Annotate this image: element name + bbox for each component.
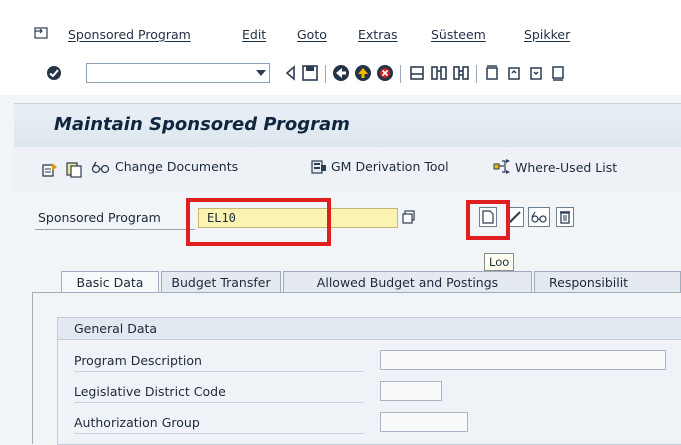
- tab-panel-basic-data: General Data Program Description Legisla…: [32, 292, 681, 445]
- find-icon[interactable]: [430, 64, 448, 82]
- collapse-left-icon[interactable]: [282, 64, 300, 82]
- where-used-icon: [493, 159, 510, 174]
- gm-derivation-tool-button[interactable]: GM Derivation Tool: [311, 159, 449, 174]
- legislative-district-code-input[interactable]: [380, 381, 442, 401]
- last-page-icon[interactable]: [550, 64, 568, 82]
- sponsored-program-label-row: Sponsored Program: [35, 208, 195, 230]
- menu-sponsored-program[interactable]: Sponsored Program: [68, 27, 191, 42]
- program-description-label: Program Description: [74, 350, 364, 372]
- create-tooltip: Loo: [484, 253, 515, 271]
- menu-bar: Sponsored Program Edit Goto Extras Süste…: [0, 0, 681, 55]
- toolbar-separator: [476, 65, 477, 83]
- other-object-icon[interactable]: [66, 162, 82, 178]
- title-area: Maintain Sponsored Program: [14, 103, 681, 148]
- menu-help[interactable]: Spikker: [524, 27, 570, 42]
- menu-goto[interactable]: Goto: [297, 27, 327, 42]
- where-used-list-label: Where-Used List: [515, 159, 618, 175]
- command-field[interactable]: [86, 63, 270, 83]
- program-description-input[interactable]: [380, 350, 666, 370]
- page-title: Maintain Sponsored Program: [54, 114, 350, 135]
- cancel-icon[interactable]: [376, 64, 394, 82]
- legislative-district-code-label: Legislative District Code: [74, 381, 364, 403]
- first-page-icon[interactable]: [484, 64, 502, 82]
- menu-system[interactable]: Süsteem: [431, 27, 486, 42]
- application-toolbar: Change Documents GM Derivation Tool Wher…: [14, 147, 681, 192]
- general-data-title: General Data: [58, 318, 681, 340]
- authorization-group-label: Authorization Group: [74, 412, 364, 434]
- change-documents-button[interactable]: Change Documents: [91, 159, 238, 174]
- find-next-icon[interactable]: [452, 64, 470, 82]
- pencil-icon: [509, 211, 521, 223]
- chevron-down-icon[interactable]: [256, 70, 266, 76]
- save-icon[interactable]: [301, 64, 319, 82]
- back-icon[interactable]: [332, 64, 350, 82]
- display-change-icon[interactable]: [42, 162, 58, 178]
- glasses-icon: [531, 211, 547, 223]
- tab-responsibility[interactable]: Responsibilit: [534, 271, 681, 293]
- change-documents-label: Change Documents: [115, 159, 239, 174]
- trash-icon: [560, 211, 570, 224]
- tab-basic-data[interactable]: Basic Data: [61, 271, 159, 293]
- previous-page-icon[interactable]: [506, 64, 524, 82]
- toolbar-separator: [325, 65, 326, 83]
- derivation-icon: [311, 159, 326, 174]
- highlight-box-program-field: [186, 198, 331, 246]
- exit-icon[interactable]: [354, 64, 372, 82]
- possible-entries-icon[interactable]: [402, 210, 416, 224]
- highlight-box-create-button: [466, 200, 510, 240]
- display-button[interactable]: [528, 207, 550, 227]
- tab-allowed-budget-and-postings[interactable]: Allowed Budget and Postings: [283, 271, 532, 293]
- main-content: Sponsored Program EL10 Loo Basic Data Bu…: [14, 191, 681, 445]
- menu-edit[interactable]: Edit: [242, 27, 266, 42]
- sponsored-program-label: Sponsored Program: [38, 210, 161, 225]
- glasses-icon: [91, 161, 110, 173]
- enter-check-icon[interactable]: [46, 65, 62, 81]
- authorization-group-input[interactable]: [380, 412, 468, 432]
- menu-extras[interactable]: Extras: [358, 27, 398, 42]
- next-page-icon[interactable]: [528, 64, 546, 82]
- tab-budget-transfer[interactable]: Budget Transfer: [161, 271, 281, 293]
- toolbar-separator: [400, 65, 401, 83]
- gm-derivation-tool-label: GM Derivation Tool: [331, 159, 449, 174]
- delete-button[interactable]: [556, 207, 574, 227]
- menu-exit-icon[interactable]: [34, 27, 48, 39]
- standard-toolbar: [0, 55, 681, 95]
- general-data-group: General Data Program Description Legisla…: [57, 317, 681, 445]
- where-used-list-button[interactable]: Where-Used List: [493, 159, 617, 175]
- print-icon[interactable]: [408, 64, 426, 82]
